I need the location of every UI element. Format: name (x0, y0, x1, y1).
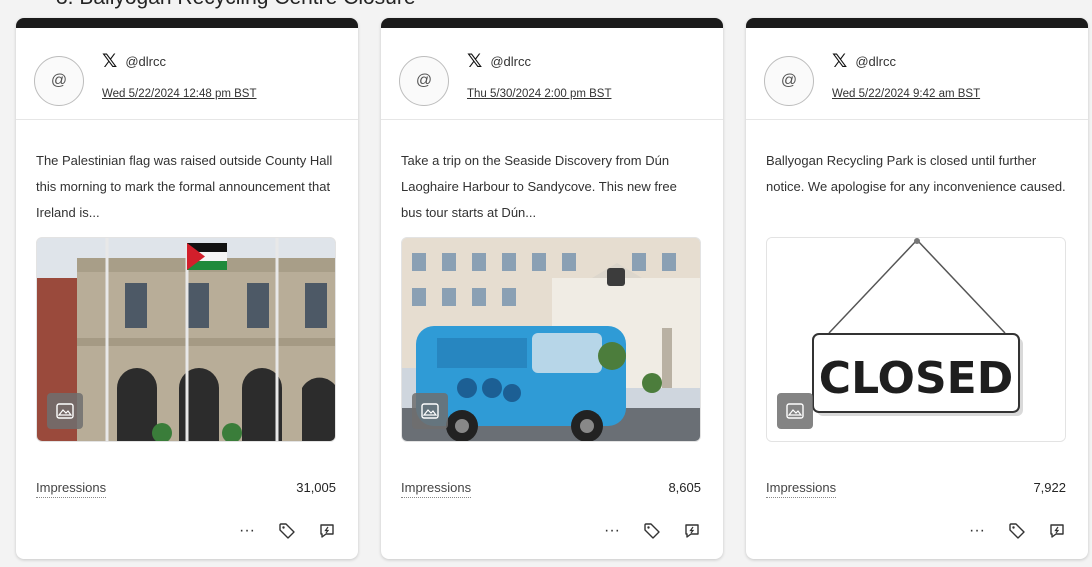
post-image[interactable] (401, 237, 701, 442)
handle: @dlrcc (125, 54, 166, 69)
more-icon[interactable]: ··· (966, 520, 988, 542)
impressions-value: 31,005 (296, 480, 336, 495)
reply-icon[interactable] (1046, 520, 1068, 542)
post-card-list: @ 𝕏 @dlrcc Wed 5/22/2024 12:48 pm BST Th… (16, 18, 1088, 559)
at-sign-icon: @ (415, 72, 433, 89)
card-actions: ··· (236, 520, 338, 542)
timestamp-link[interactable]: Wed 5/22/2024 12:48 pm BST (102, 88, 257, 100)
x-logo-icon: 𝕏 (102, 50, 118, 72)
impressions-value: 8,605 (668, 480, 701, 495)
impressions-value: 7,922 (1033, 480, 1066, 495)
x-logo-icon: 𝕏 (467, 50, 483, 72)
avatar: @ (34, 56, 84, 106)
handle: @dlrcc (490, 54, 531, 69)
reply-icon[interactable] (316, 520, 338, 542)
post-text: Ballyogan Recycling Park is closed until… (766, 153, 1066, 194)
card-header: @ 𝕏 @dlrcc Thu 5/30/2024 2:00 pm BST (381, 28, 723, 120)
image-icon (412, 393, 448, 429)
handle: @dlrcc (855, 54, 896, 69)
closed-sign-text: CLOSED (819, 353, 1013, 404)
impressions-label[interactable]: Impressions (36, 480, 107, 498)
image-icon (47, 393, 83, 429)
impressions-label[interactable]: Impressions (766, 480, 837, 498)
post-card[interactable]: @ 𝕏 @dlrcc Thu 5/30/2024 2:00 pm BST Tak… (381, 18, 723, 559)
impressions-row: Impressions 31,005 (36, 480, 336, 498)
more-icon[interactable]: ··· (601, 520, 623, 542)
post-card[interactable]: @ 𝕏 @dlrcc Wed 5/22/2024 9:42 am BST Bal… (746, 18, 1088, 559)
post-card[interactable]: @ 𝕏 @dlrcc Wed 5/22/2024 12:48 pm BST Th… (16, 18, 358, 559)
post-text: The Palestinian flag was raised outside … (36, 153, 333, 220)
avatar: @ (764, 56, 814, 106)
handle-row: 𝕏 @dlrcc (467, 52, 531, 71)
handle-row: 𝕏 @dlrcc (102, 52, 166, 71)
tag-icon[interactable] (641, 520, 663, 542)
card-actions: ··· (601, 520, 703, 542)
handle-row: 𝕏 @dlrcc (832, 52, 896, 71)
impressions-row: Impressions 7,922 (766, 480, 1066, 498)
avatar: @ (399, 56, 449, 106)
post-image[interactable]: CLOSED (766, 237, 1066, 442)
reply-icon[interactable] (681, 520, 703, 542)
timestamp-link[interactable]: Wed 5/22/2024 9:42 am BST (832, 88, 980, 100)
post-text: Take a trip on the Seaside Discovery fro… (401, 153, 677, 220)
image-icon (777, 393, 813, 429)
at-sign-icon: @ (50, 72, 68, 89)
tag-icon[interactable] (1006, 520, 1028, 542)
at-sign-icon: @ (780, 72, 798, 89)
card-actions: ··· (966, 520, 1068, 542)
more-icon[interactable]: ··· (236, 520, 258, 542)
impressions-row: Impressions 8,605 (401, 480, 701, 498)
post-image[interactable] (36, 237, 336, 442)
tag-icon[interactable] (276, 520, 298, 542)
card-header: @ 𝕏 @dlrcc Wed 5/22/2024 12:48 pm BST (16, 28, 358, 120)
card-header: @ 𝕏 @dlrcc Wed 5/22/2024 9:42 am BST (746, 28, 1088, 120)
x-logo-icon: 𝕏 (832, 50, 848, 72)
section-title: 3. Ballyogan Recycling Centre Closure (56, 0, 416, 10)
impressions-label[interactable]: Impressions (401, 480, 472, 498)
timestamp-link[interactable]: Thu 5/30/2024 2:00 pm BST (467, 88, 611, 100)
